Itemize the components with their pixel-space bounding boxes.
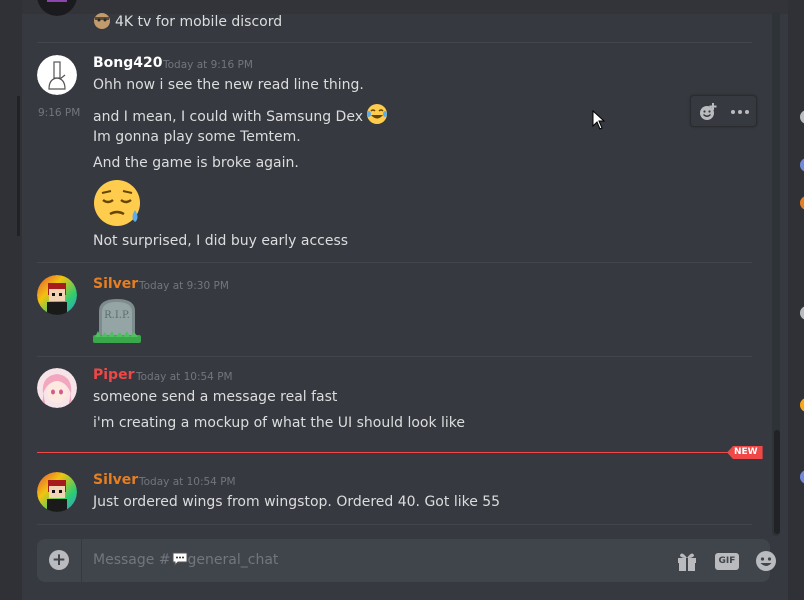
message-timestamp: Today at 10:54 PM [136,371,233,383]
face-emoji [93,12,111,34]
avatar-silver[interactable] [37,472,77,512]
author-name[interactable]: Silver [93,472,138,488]
avatar-silver[interactable] [37,275,77,315]
speech-bubble-icon [172,552,188,570]
message-divider [37,356,752,357]
member-avatar[interactable] [800,398,804,412]
hover-timestamp: 9:16 PM [38,107,81,119]
previous-message: 4K tv for mobile discord [93,12,282,34]
disappointed-relieved-emoji [93,180,143,232]
author-name[interactable]: Bong420 [93,55,163,71]
gif-label: GIF [715,552,739,570]
emoji-icon[interactable] [754,549,778,573]
message-input[interactable]: Message # general_chat [93,552,278,570]
member-avatar[interactable] [800,470,804,484]
headstone-rip-emoji: R.I.P. [93,297,141,349]
member-avatar[interactable] [800,196,804,210]
member-list-edge [788,0,804,600]
message-timestamp: Today at 10:54 PM [139,476,236,488]
message-timestamp: Today at 9:16 PM [163,59,253,71]
new-messages-divider [37,452,755,453]
message-line: Not surprised, I did buy early access [93,233,349,249]
message-line: someone send a message real fast [93,389,338,405]
new-badge: NEW [727,446,763,459]
message-line: Ohh now i see the new read line thing. [93,77,364,93]
author-name[interactable]: Silver [93,276,138,292]
add-reaction-icon[interactable] [695,100,721,124]
message-line: and I mean, I could with Samsung Dex [93,103,388,129]
gif-icon[interactable]: GIF [715,549,739,573]
placeholder-prefix: Message # [93,552,171,568]
composer-separator [81,539,82,582]
sidebar-divider [17,96,20,236]
author-name[interactable]: Piper [93,367,134,383]
message-text: and I mean, I could with Samsung Dex [93,109,363,125]
channel-sidebar-edge [0,0,22,600]
plus-icon[interactable]: + [49,550,69,570]
message-line: Im gonna play some Temtem. [93,129,301,145]
mouse-cursor-icon [592,109,606,134]
gift-icon[interactable] [675,549,699,573]
member-avatar[interactable] [800,306,804,320]
message-divider [37,42,752,43]
message-divider [37,524,752,525]
chat-area: 4K tv for mobile discord Bong420 Today a… [22,0,788,600]
message-divider [37,262,752,263]
message-composer[interactable]: + Message # general_chat GIF [37,539,776,582]
avatar-piper[interactable] [37,368,77,408]
scrollbar-thumb[interactable] [774,430,780,534]
member-avatar[interactable] [800,110,804,124]
message-line: i'm creating a mockup of what the UI sho… [93,415,466,431]
headstone-label: R.I.P. [104,310,130,321]
member-avatar[interactable] [800,158,804,172]
message-hover-toolbar [690,95,757,127]
more-icon[interactable] [727,100,753,124]
message-timestamp: Today at 9:30 PM [139,280,229,292]
message-line: Just ordered wings from wingstop. Ordere… [93,494,501,510]
avatar-bong420[interactable] [37,55,77,95]
joy-emoji [366,103,388,129]
message-line: And the game is broke again. [93,155,299,171]
message-text: 4K tv for mobile discord [115,14,283,30]
channel-name: general_chat [187,552,279,568]
